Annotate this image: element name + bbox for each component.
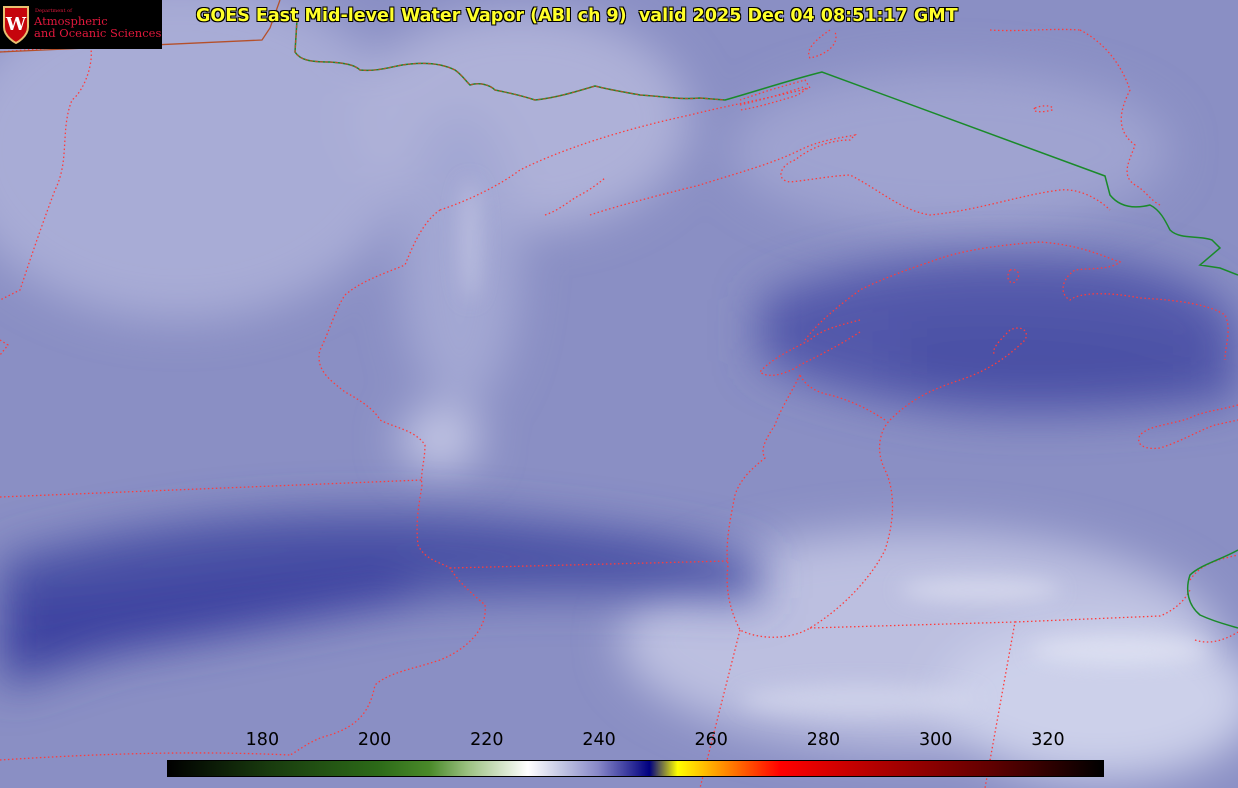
image-title: GOES East Mid-level Water Vapor (ABI ch … (196, 6, 958, 26)
colorbar-tick-label: 320 (1031, 730, 1065, 750)
colorbar-tick-label: 220 (470, 730, 504, 750)
colorbar-tick-label: 240 (582, 730, 616, 750)
seal-letter: W (5, 14, 27, 35)
water-vapor-map (0, 0, 1238, 788)
aos-logo: W Department of Atmospheric and Oceanic … (0, 0, 162, 49)
colorbar (167, 760, 1104, 777)
colorbar-tick-label: 280 (806, 730, 841, 750)
colorbar-tick-label: 180 (245, 730, 280, 750)
uw-seal-icon: W (3, 6, 29, 45)
colorbar-tick-label: 260 (694, 730, 728, 750)
colorbar-tick-label: 200 (357, 730, 392, 750)
colorbar-tick-label: 300 (918, 730, 953, 750)
logo-line-2: and Oceanic Sciences (34, 26, 162, 40)
